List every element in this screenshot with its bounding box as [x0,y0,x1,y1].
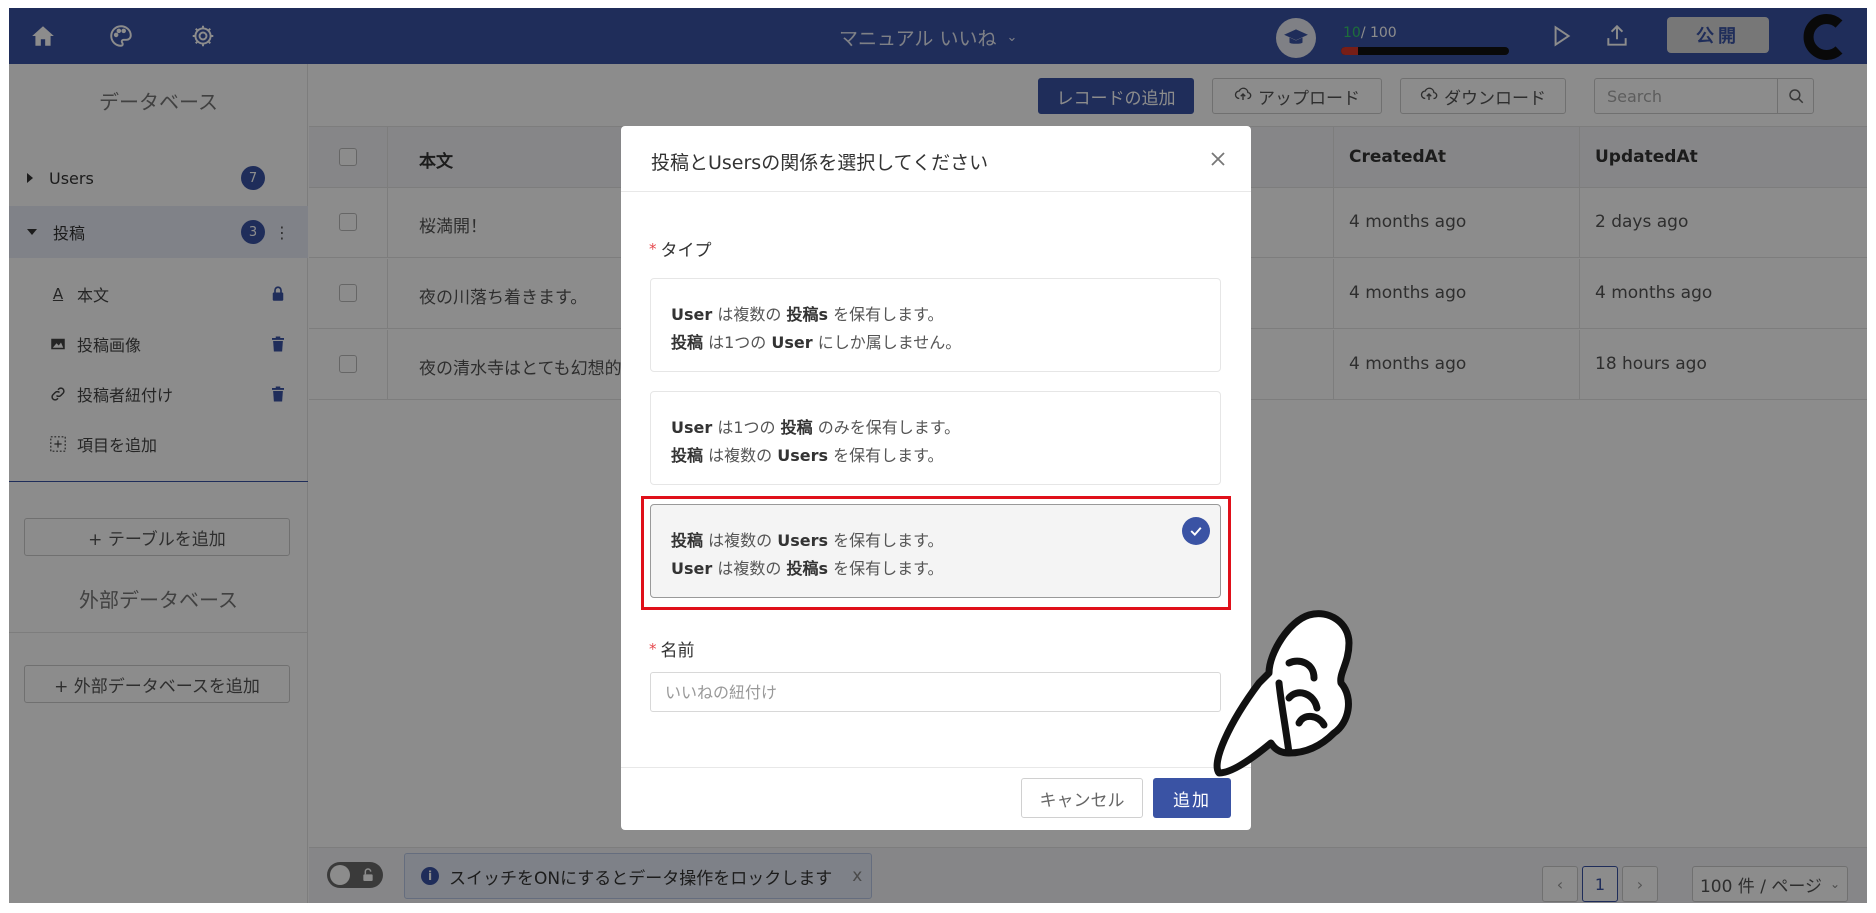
selection-highlight-box [641,496,1231,610]
entity-name: User [671,418,713,437]
entity-name: 投稿 [780,418,813,437]
relation-option-many-to-one[interactable]: User は1つの 投稿 のみを保有します。 投稿 は複数の Users を保有… [650,391,1221,485]
relation-dialog: 投稿とUsersの関係を選択してください * タイプ User は複数の 投稿s… [621,126,1251,830]
required-asterisk: * [649,239,657,258]
option-line: 投稿 は複数の Users を保有します。 [671,442,1200,470]
type-label-text: タイプ [660,241,712,261]
app-window: マニュアル いいね ⌄ 10/ 100 公開 データベース Users 7 投稿… [9,8,1867,903]
entity-name: User [771,333,813,352]
option-text: を保有します。 [827,446,944,465]
dialog-divider [621,191,1251,192]
entity-name: Users [777,446,828,465]
required-asterisk: * [649,639,657,658]
type-field-label: * タイプ [649,236,712,262]
option-text: にしか属しません。 [812,333,962,352]
cancel-button[interactable]: キャンセル [1021,778,1143,818]
name-field-label: * 名前 [649,636,695,662]
dialog-divider [621,767,1251,768]
name-label-text: 名前 [660,641,695,661]
option-line: User は1つの 投稿 のみを保有します。 [671,414,1200,442]
add-button[interactable]: 追加 [1153,778,1231,818]
option-text: は複数の [712,305,787,324]
option-text: は1つの [703,333,772,352]
entity-name: 投稿s [786,305,828,324]
dialog-title: 投稿とUsersの関係を選択してください [651,152,989,174]
pointing-hand-icon [1189,603,1369,783]
relation-name-input[interactable] [650,672,1221,712]
entity-name: 投稿 [671,333,704,352]
relation-option-one-to-many[interactable]: User は複数の 投稿s を保有します。 投稿 は1つの User にしか属し… [650,278,1221,372]
option-line: User は複数の 投稿s を保有します。 [671,301,1200,329]
entity-name: 投稿 [671,446,704,465]
option-text: は1つの [712,418,781,437]
close-icon[interactable] [1207,148,1229,170]
option-text: のみを保有します。 [812,418,961,437]
option-line: 投稿 は1つの User にしか属しません。 [671,329,1200,357]
option-text: は複数の [703,446,778,465]
entity-name: User [671,305,713,324]
option-text: を保有します。 [827,305,944,324]
